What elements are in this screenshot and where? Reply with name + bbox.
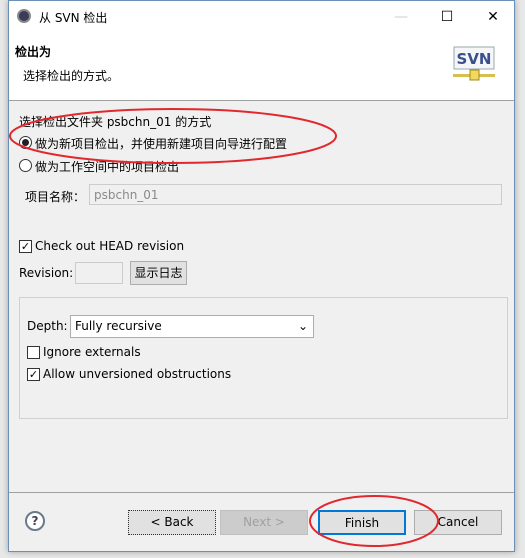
page-title: 检出为 xyxy=(15,45,52,59)
project-name-label: 项目名称： xyxy=(25,190,86,204)
maximize-button[interactable]: ☐ xyxy=(424,1,470,33)
svg-text:SVN: SVN xyxy=(457,50,492,68)
revision-label: Revision: xyxy=(19,266,74,280)
depth-value: Fully recursive xyxy=(75,319,162,333)
depth-label: Depth: xyxy=(27,319,68,333)
revision-field[interactable] xyxy=(75,262,123,284)
svn-checkout-dialog: 从 SVN 检出 — ☐ ✕ 检出为 选择检出的方式。 SVN 选择检出文件夹 … xyxy=(8,0,515,552)
depth-select[interactable]: Fully recursive ⌄ xyxy=(70,315,314,338)
wizard-header: 检出为 选择检出的方式。 SVN xyxy=(9,33,514,101)
allow-unversioned-checkbox[interactable]: ✓ xyxy=(27,368,40,381)
close-button[interactable]: ✕ xyxy=(470,1,516,33)
ignore-externals-label: Ignore externals xyxy=(43,345,141,359)
eclipse-icon xyxy=(17,9,31,23)
radio-new-project[interactable] xyxy=(19,136,32,149)
minimize-button[interactable]: — xyxy=(378,1,424,33)
cancel-button[interactable]: Cancel xyxy=(414,510,502,535)
footer-divider xyxy=(9,492,514,493)
ignore-externals-checkbox[interactable] xyxy=(27,346,40,359)
radio-new-project-label: 做为新项目检出，并使用新建项目向导进行配置 xyxy=(35,137,288,151)
svn-logo-icon: SVN xyxy=(453,46,495,81)
radio-workspace-project[interactable] xyxy=(19,159,32,172)
head-revision-label: Check out HEAD revision xyxy=(35,239,185,253)
help-icon[interactable]: ? xyxy=(25,511,45,531)
show-log-button[interactable]: 显示日志 xyxy=(130,261,187,285)
back-button[interactable]: < Back xyxy=(128,510,216,535)
next-button[interactable]: Next > xyxy=(220,510,308,535)
project-name-field[interactable]: psbchn_01 xyxy=(89,184,502,205)
finish-button[interactable]: Finish xyxy=(318,510,406,535)
chevron-down-icon: ⌄ xyxy=(297,319,308,333)
radio-workspace-project-label: 做为工作空间中的项目检出 xyxy=(35,160,180,174)
checkout-prompt: 选择检出文件夹 psbchn_01 的方式 xyxy=(19,115,212,129)
window-title: 从 SVN 检出 xyxy=(39,11,108,25)
title-bar: 从 SVN 检出 — ☐ ✕ xyxy=(9,1,514,33)
head-revision-checkbox[interactable]: ✓ xyxy=(19,240,32,253)
page-description: 选择检出的方式。 xyxy=(23,69,120,83)
allow-unversioned-label: Allow unversioned obstructions xyxy=(43,367,232,381)
